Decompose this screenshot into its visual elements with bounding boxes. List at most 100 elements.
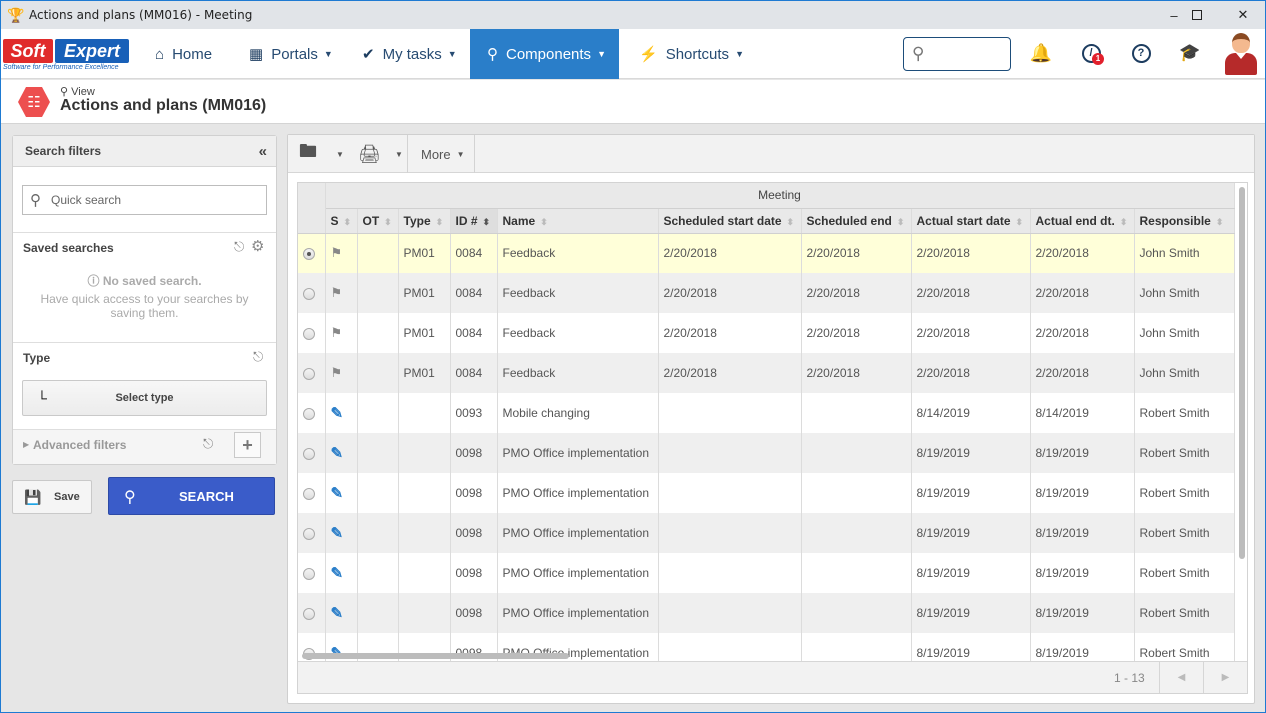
- gear-icon[interactable]: ⚙: [251, 237, 264, 255]
- nav-my-tasks-label: My tasks: [382, 45, 442, 63]
- row-select-cell[interactable]: [298, 353, 326, 393]
- more-menu-button[interactable]: More ▼: [421, 135, 465, 173]
- sort-icon[interactable]: ⬍: [384, 217, 392, 227]
- row-select-cell[interactable]: [298, 393, 326, 433]
- table-row[interactable]: ✎ 0098PMO Office implementation 8/19/20198…: [298, 433, 1235, 473]
- notifications-button[interactable]: 🔔: [1029, 41, 1053, 65]
- training-button[interactable]: 🎓: [1178, 41, 1202, 65]
- column-header-type[interactable]: Type ⬍: [398, 208, 451, 234]
- collapse-panel-icon[interactable]: «: [259, 143, 268, 160]
- home-icon: ⌂: [155, 45, 165, 63]
- advanced-filters-section[interactable]: ▶ Advanced filters ⎋ +: [13, 429, 276, 464]
- maximize-button[interactable]: [1174, 1, 1220, 29]
- select-type-button[interactable]: └ Select type: [22, 380, 267, 416]
- row-select-cell[interactable]: [298, 313, 326, 353]
- cell-responsible: Robert Smith: [1134, 473, 1235, 513]
- column-header-actual-end-dt[interactable]: Actual end dt. ⬍: [1030, 208, 1135, 234]
- quick-search-field[interactable]: ⚲: [22, 185, 267, 215]
- row-select-cell[interactable]: [298, 513, 326, 553]
- cell-actual-start: 8/19/2019: [911, 553, 1031, 593]
- nav-shortcuts[interactable]: ⚡ Shortcuts ▼: [639, 29, 744, 79]
- sort-icon[interactable]: ⬍: [436, 217, 444, 227]
- view-dropdown-caret[interactable]: ▼: [336, 135, 344, 173]
- table-row[interactable]: ⚑ PM01 0084 Feedback 2/20/2018 2/20/2018 2/20/…: [298, 353, 1235, 393]
- row-radio[interactable]: [303, 327, 315, 340]
- quick-search-input[interactable]: [51, 186, 261, 214]
- row-radio[interactable]: [303, 487, 315, 500]
- sort-icon[interactable]: ⬍: [897, 217, 905, 227]
- column-header-name[interactable]: Name ⬍: [497, 208, 659, 234]
- row-radio[interactable]: [303, 527, 315, 540]
- help-button[interactable]: ?: [1129, 41, 1153, 65]
- table-row[interactable]: ✎ 0093 Mobile changing 8/14/2019 8/14/2019 Ro…: [298, 393, 1235, 433]
- row-select-cell[interactable]: [298, 433, 326, 473]
- flag-icon: ⚑: [330, 285, 343, 300]
- table-row[interactable]: ✎ 0098PMO Office implementation 8/19/20198…: [298, 473, 1235, 513]
- column-header-actual-start-date[interactable]: Actual start date ⬍: [911, 208, 1031, 234]
- table-row[interactable]: ⚑ PM01 0084 Feedback 2/20/2018 2/20/2018 2/20/…: [298, 313, 1235, 353]
- prev-page-button[interactable]: ◀: [1159, 662, 1203, 693]
- global-search-input[interactable]: ⚲: [903, 37, 1011, 71]
- print-dropdown-caret[interactable]: ▼: [395, 135, 403, 173]
- vertical-scrollbar[interactable]: [1239, 187, 1245, 559]
- workflow-button[interactable]: / 1: [1079, 41, 1104, 65]
- row-select-cell[interactable]: [298, 473, 326, 513]
- column-label: ID #: [455, 213, 478, 228]
- softexpert-logo[interactable]: Soft Expert Software for Performance Exc…: [3, 37, 133, 73]
- table-row[interactable]: ✎ 0098PMO Office implementation 8/19/20198…: [298, 513, 1235, 553]
- view-button[interactable]: 🖿: [299, 135, 317, 173]
- sort-icon[interactable]: ⬍: [1120, 217, 1128, 227]
- column-header-ot[interactable]: OT ⬍: [357, 208, 399, 234]
- sort-icon[interactable]: ⬍: [344, 217, 352, 227]
- row-select-cell[interactable]: [298, 233, 326, 273]
- row-radio[interactable]: [303, 447, 315, 460]
- save-search-button[interactable]: 💾 Save: [12, 480, 92, 514]
- cell-id: 0084: [450, 273, 498, 313]
- row-radio[interactable]: [303, 367, 315, 380]
- cell-name: Mobile changing: [497, 393, 659, 433]
- column-header-responsible[interactable]: Responsible ⬍: [1134, 208, 1235, 234]
- broom-icon[interactable]: ⎋: [253, 349, 263, 365]
- row-select-cell[interactable]: [298, 553, 326, 593]
- sort-icon[interactable]: ⬍: [540, 217, 548, 227]
- column-header-scheduled-end[interactable]: Scheduled end ⬍: [801, 208, 912, 234]
- add-filter-button[interactable]: +: [234, 432, 261, 458]
- search-label: SEARCH: [179, 489, 234, 504]
- nav-my-tasks[interactable]: ✔ My tasks ▼: [362, 29, 457, 79]
- column-header-scheduled-start-date[interactable]: Scheduled start date ⬍: [658, 208, 802, 234]
- pencil-icon: ✎: [330, 485, 344, 502]
- close-button[interactable]: ✕: [1220, 1, 1266, 29]
- row-select-cell[interactable]: [298, 593, 326, 633]
- pencil-icon: ✎: [330, 405, 344, 422]
- sort-icon[interactable]: ⬍: [787, 217, 795, 227]
- cell-type: [398, 593, 451, 633]
- horizontal-scrollbar[interactable]: [302, 653, 569, 659]
- row-radio[interactable]: [303, 607, 315, 620]
- sort-icon[interactable]: ⬍: [1016, 217, 1024, 227]
- row-select-cell[interactable]: [298, 273, 326, 313]
- search-button[interactable]: ⚲ SEARCH: [108, 477, 275, 515]
- nav-home[interactable]: ⌂ Home: [155, 29, 212, 79]
- table-row[interactable]: ✎ 0098PMO Office implementation 8/19/20198…: [298, 593, 1235, 633]
- row-radio[interactable]: [303, 567, 315, 580]
- nav-portals[interactable]: ▦ Portals ▼: [249, 29, 333, 79]
- table-row[interactable]: ⚑ PM01 0084 Feedback 2/20/2018 2/20/2018 2/20/…: [298, 273, 1235, 313]
- more-label: More: [421, 146, 451, 162]
- row-radio[interactable]: [303, 287, 315, 300]
- nav-components[interactable]: ⚲ Components ▼: [470, 29, 619, 79]
- column-header-s[interactable]: S ⬍: [325, 208, 358, 234]
- broom-icon[interactable]: ⎋: [203, 436, 213, 452]
- table-row[interactable]: ✎ 0098PMO Office implementation 8/19/20198…: [298, 553, 1235, 593]
- cell-type: [398, 513, 451, 553]
- cell-name: PMO Office implementation: [497, 433, 659, 473]
- print-button[interactable]: 🖨: [358, 135, 381, 173]
- column-header-id[interactable]: ID # ⬍: [450, 208, 498, 234]
- row-radio[interactable]: [303, 407, 315, 420]
- next-page-button[interactable]: ▶: [1203, 662, 1247, 693]
- sort-icon[interactable]: ⬍: [1216, 217, 1224, 227]
- broom-icon[interactable]: ⎋: [234, 239, 244, 255]
- row-radio[interactable]: [303, 248, 315, 261]
- sort-desc-icon[interactable]: ⬍: [483, 217, 491, 227]
- user-avatar[interactable]: [1221, 29, 1261, 77]
- table-row[interactable]: ⚑ PM01 0084 Feedback 2/20/2018 2/20/2018 2/20/…: [298, 233, 1235, 273]
